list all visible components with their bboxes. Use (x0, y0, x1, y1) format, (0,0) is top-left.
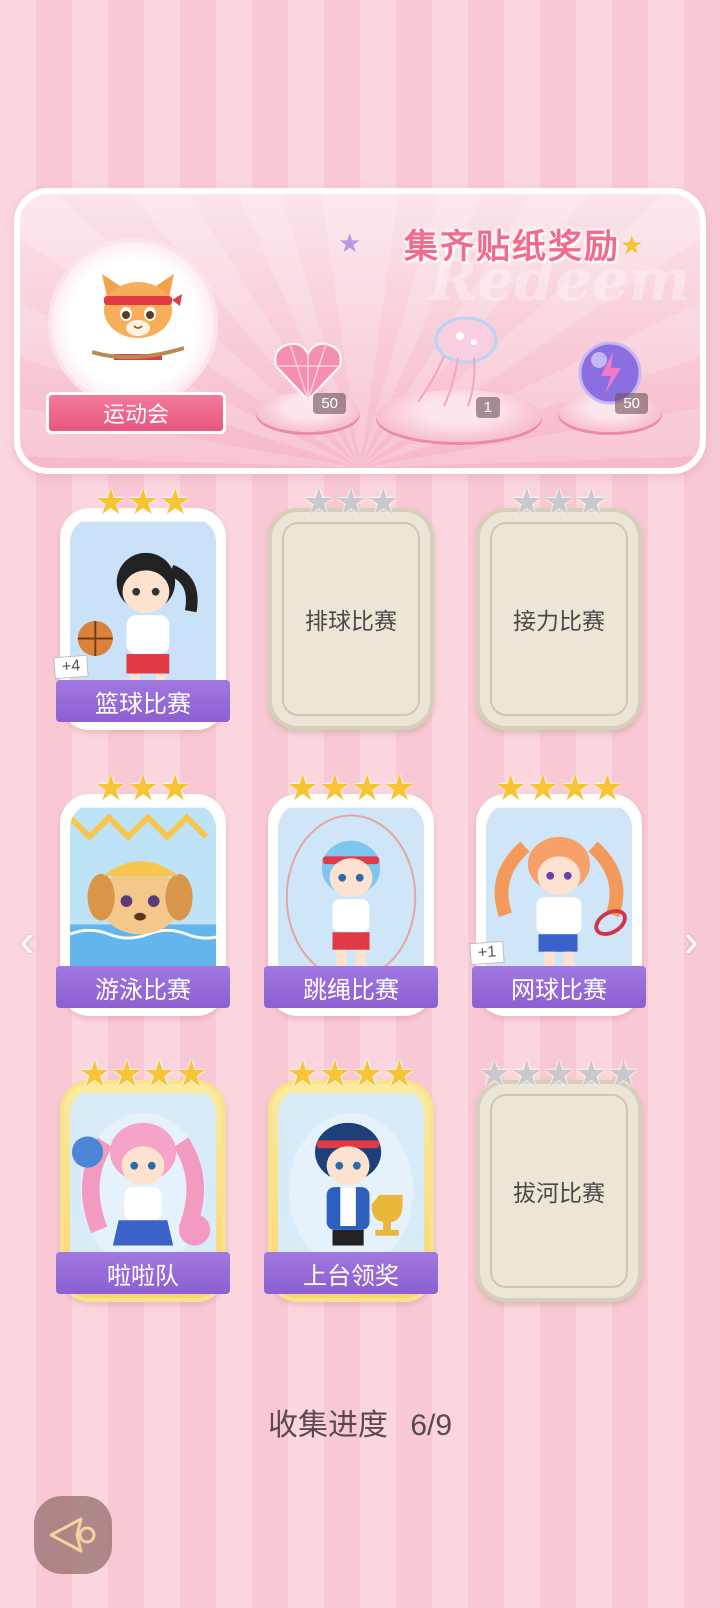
star-filled-icon: ★ (351, 1053, 384, 1094)
star-empty-icon: ★ (334, 481, 368, 522)
star-rating: ★ ★ ★ ★ (268, 1056, 434, 1092)
duplicate-count-tag: +1 (469, 940, 505, 966)
star-filled-icon: ★ (559, 767, 592, 808)
cat-mascot-icon (92, 274, 184, 372)
star-filled-icon: ★ (494, 767, 527, 808)
event-label: 运动会 (46, 392, 226, 434)
star-empty-icon: ★ (607, 1053, 640, 1094)
star-filled-icon: ★ (591, 767, 624, 808)
progress-label: 收集进度 (267, 1409, 388, 1442)
star-filled-icon: ★ (286, 767, 319, 808)
star-filled-icon: ★ (318, 1053, 351, 1094)
star-rating: ★ ★ ★ (268, 484, 434, 520)
star-empty-icon: ★ (575, 481, 608, 522)
star-rating: ★ ★ ★ ★ (60, 1056, 226, 1092)
star-empty-icon: ★ (575, 1053, 608, 1094)
star-filled-icon: ★ (159, 767, 192, 808)
star-filled-icon: ★ (318, 767, 351, 808)
star-rating: ★ ★ ★ (60, 484, 226, 520)
star-rating: ★ ★ ★ ★ ★ (476, 1056, 642, 1092)
locked-card-title: 排球比赛 (305, 609, 397, 635)
star-filled-icon: ★ (94, 767, 127, 808)
star-filled-icon: ★ (94, 481, 127, 522)
star-empty-icon: ★ (542, 481, 576, 522)
sticker-card[interactable]: ★ ★ ★ ★ 跳绳比赛 (264, 770, 438, 1016)
card-label: 上台领奖 (264, 1252, 438, 1294)
star-filled-icon: ★ (383, 1053, 416, 1094)
sticker-card[interactable]: ★ ★ ★ 游泳比赛 (56, 770, 230, 1016)
sticker-card[interactable]: ★ ★ ★ ★ 上台领奖 (264, 1056, 438, 1302)
star-filled-icon: ★ (526, 767, 559, 808)
locked-card-title: 接力比赛 (513, 609, 605, 635)
star-empty-icon: ★ (510, 1053, 543, 1094)
card-frame: 拔河比赛 (476, 1080, 642, 1302)
star-filled-icon: ★ (126, 481, 160, 522)
card-frame: 接力比赛 (476, 508, 642, 730)
star-empty-icon: ★ (367, 481, 400, 522)
star-filled-icon: ★ (159, 481, 192, 522)
reward-count: 50 (313, 393, 346, 414)
star-rating: ★ ★ ★ (60, 770, 226, 806)
locked-card-title: 拔河比赛 (513, 1181, 605, 1207)
star-filled-icon: ★ (286, 1053, 319, 1094)
star-empty-icon: ★ (542, 1053, 576, 1094)
jellyfish-ornament-icon (417, 316, 498, 407)
star-empty-icon: ★ (510, 481, 543, 522)
star-empty-icon: ★ (478, 1053, 511, 1094)
card-label: 啦啦队 (56, 1252, 230, 1294)
chevron-right-icon[interactable]: › (676, 912, 706, 968)
reward-count: 1 (475, 397, 500, 418)
star-filled-icon: ★ (383, 767, 416, 808)
reward-jellyfish[interactable]: 1 (376, 310, 542, 442)
banner-title-wrap: 集齐贴纸奖励 (342, 216, 682, 270)
reward-energy-orb[interactable]: 50 (558, 336, 662, 432)
back-button[interactable] (34, 1496, 112, 1574)
duplicate-count-tag: +4 (53, 654, 89, 680)
banner-title: 集齐贴纸奖励 (404, 227, 620, 266)
card-frame: 排球比赛 (268, 508, 434, 730)
reward-count: 50 (615, 393, 648, 414)
sticker-card[interactable]: ★ ★ ★ 篮球比赛 +4 (53, 484, 230, 730)
sticker-card[interactable]: ★ ★ ★ ★ 网球比赛 +1 (469, 770, 646, 1016)
star-filled-icon: ★ (126, 767, 160, 808)
card-label: 篮球比赛 (56, 680, 230, 722)
star-rating: ★ ★ ★ ★ (476, 770, 642, 806)
sticker-card[interactable]: ★ ★ ★ ★ 啦啦队 (56, 1056, 230, 1302)
sticker-card[interactable]: ★ ★ ★ 排球比赛 (268, 484, 434, 730)
sticker-card[interactable]: ★ ★ ★ 接力比赛 (476, 484, 642, 730)
card-label: 网球比赛 (472, 966, 646, 1008)
star-rating: ★ ★ ★ ★ (268, 770, 434, 806)
card-label: 跳绳比赛 (264, 966, 438, 1008)
progress-value: 6/9 (410, 1409, 453, 1442)
star-filled-icon: ★ (110, 1053, 143, 1094)
reward-banner: Redeem ★ ★ 集齐贴纸奖励 运动会 50 1 50 (14, 188, 706, 474)
star-empty-icon: ★ (302, 481, 335, 522)
chevron-left-icon[interactable]: ‹ (12, 912, 42, 968)
star-filled-icon: ★ (143, 1053, 176, 1094)
card-label: 游泳比赛 (56, 966, 230, 1008)
reward-heart-gem[interactable]: 50 (256, 336, 360, 432)
star-filled-icon: ★ (78, 1053, 111, 1094)
event-badge (48, 238, 218, 408)
star-filled-icon: ★ (351, 767, 384, 808)
star-filled-icon: ★ (175, 1053, 208, 1094)
star-rating: ★ ★ ★ (476, 484, 642, 520)
back-arrow-icon (49, 1517, 96, 1553)
sticker-card[interactable]: ★ ★ ★ ★ ★ 拔河比赛 (476, 1056, 642, 1302)
collection-progress: 收集进度 6/9 (0, 1400, 720, 1444)
